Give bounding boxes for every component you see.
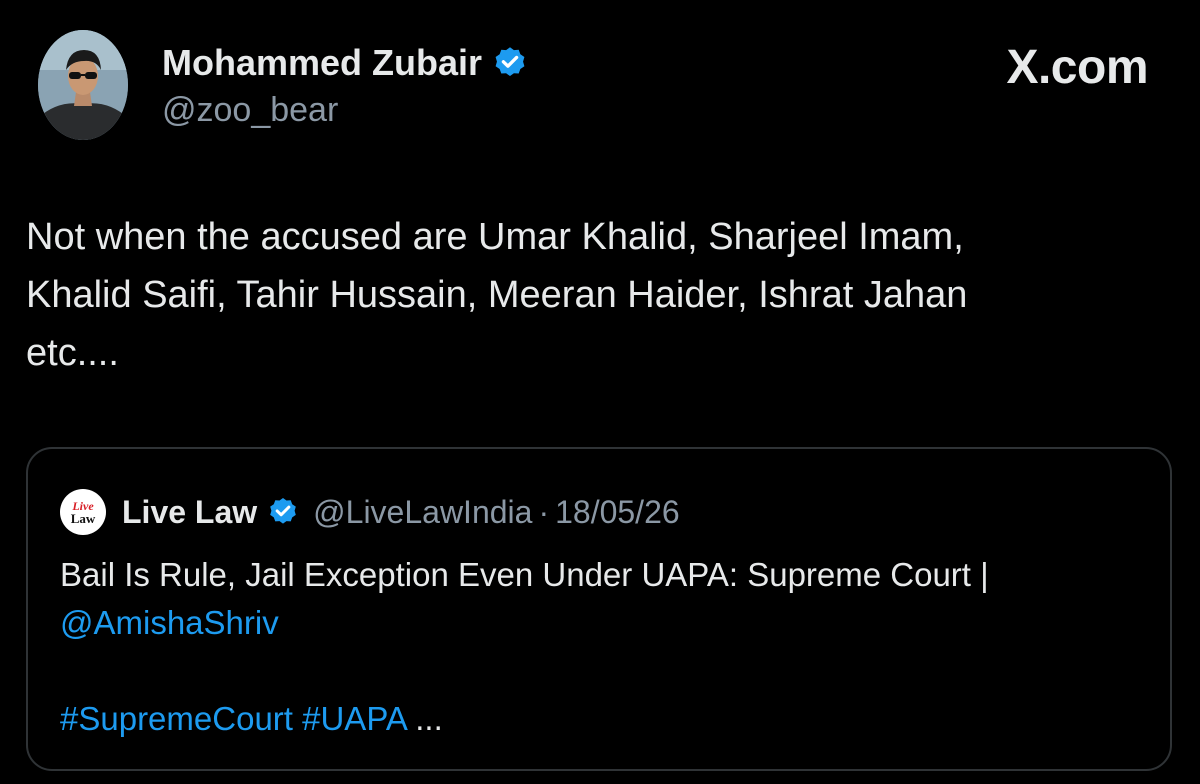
verified-badge-icon xyxy=(495,47,525,77)
author-handle[interactable]: @zoo_bear xyxy=(162,91,338,130)
livelaw-logo-icon[interactable]: Live Law xyxy=(60,489,106,535)
separator-dot: · xyxy=(538,493,550,530)
brand-watermark: X.com xyxy=(1006,41,1148,94)
quoted-tweet-date[interactable]: 18/05/26 xyxy=(555,494,680,531)
author-name-text: Mohammed Zubair xyxy=(162,42,483,83)
quoted-tweet-text: Bail Is Rule, Jail Exception Even Under … xyxy=(60,551,1150,743)
quoted-text-line: Bail Is Rule, Jail Exception Even Under … xyxy=(60,556,989,593)
mention-link[interactable]: @AmishaShriv xyxy=(60,604,279,641)
hashtag-link[interactable]: #SupremeCourt xyxy=(60,700,293,737)
tweet-text: Not when the accused are Umar Khalid, Sh… xyxy=(26,208,1156,382)
user-photo-icon xyxy=(38,30,128,140)
quoted-tweet-card[interactable]: Live Law Live Law @LiveLawIndia · 18/05/… xyxy=(26,447,1172,771)
tweet-line: Khalid Saifi, Tahir Hussain, Meeran Haid… xyxy=(26,274,968,316)
quoted-tweet-header: Live Law Live Law @LiveLawIndia · 18/05/… xyxy=(60,489,680,535)
truncation-ellipsis: ... xyxy=(406,700,443,737)
quoted-author-name[interactable]: Live Law xyxy=(122,494,257,531)
author-display-name[interactable]: Mohammed Zubair xyxy=(162,42,528,84)
hashtag-link[interactable]: #UAPA xyxy=(302,700,406,737)
author-avatar[interactable] xyxy=(38,30,128,140)
verified-badge-icon xyxy=(270,498,296,524)
quoted-author-handle[interactable]: @LiveLawIndia xyxy=(313,494,532,531)
tweet-line: etc.... xyxy=(26,332,119,374)
tweet-line: Not when the accused are Umar Khalid, Sh… xyxy=(26,216,964,258)
